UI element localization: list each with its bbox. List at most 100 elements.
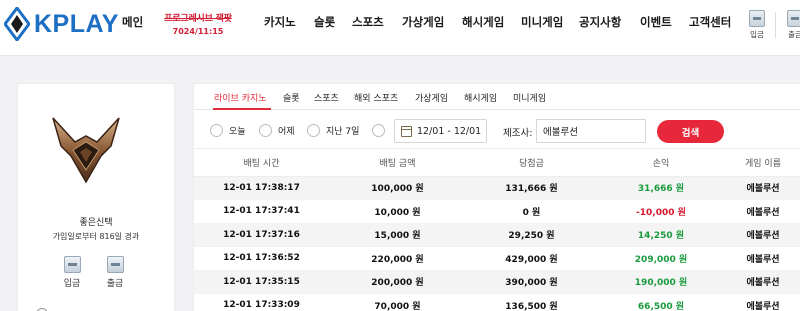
tab-live-casino[interactable]: 라이브 카지노: [214, 91, 267, 104]
table-header-row: 배팅 시간 배팅 금액 당첨금 손익 게임 이름: [194, 150, 800, 177]
logo-diamond-icon: [4, 7, 30, 41]
cell-game-name: 에볼루션: [725, 199, 800, 224]
cell-bet-amount: 15,000 원: [329, 223, 466, 247]
period-7days-radio[interactable]: 지난 7일: [307, 124, 359, 137]
cell-bet-amount: 70,000 원: [329, 293, 466, 311]
header-deposit-label: 입금: [750, 30, 764, 39]
nav-item-mini[interactable]: 미니게임: [521, 14, 563, 30]
cell-profit-loss: 66,500 원: [597, 293, 725, 311]
header-deposit-button[interactable]: 입금: [743, 10, 771, 40]
cell-bet-time: 12-01 17:37:16: [194, 223, 329, 247]
cell-bet-amount: 220,000 원: [329, 246, 466, 271]
cell-bet-time: 12-01 17:33:09: [194, 293, 329, 311]
betting-history-panel: 라이브 카지노 슬롯 스포츠 해외 스포츠 가상게임 해시게임 미니게임 오늘 …: [193, 83, 800, 311]
column-header-game-name: 게임 이름: [725, 150, 800, 177]
date-range-picker[interactable]: 12/01 - 12/01: [394, 119, 487, 143]
calendar-icon: [401, 125, 412, 137]
cell-bet-amount: 200,000 원: [329, 270, 466, 294]
column-header-profit-loss: 손익: [597, 150, 725, 177]
table-row: 12-01 17:36:52 220,000 원 429,000 원 209,000 …: [194, 246, 800, 271]
nav-item-notice[interactable]: 공지사항: [579, 14, 621, 30]
cell-winnings: 29,250 원: [466, 223, 597, 247]
cell-profit-loss: 31,666 원: [597, 176, 725, 200]
profile-deposit-label: 입금: [63, 279, 81, 289]
active-tab-indicator: [213, 108, 271, 110]
filter-bar: 오늘 어제 지난 7일 12/01 - 12/01 제조사: 검색: [194, 111, 800, 149]
tab-virtual[interactable]: 가상게임: [415, 91, 448, 104]
cell-winnings: 131,666 원: [466, 176, 597, 200]
search-button[interactable]: 검색: [657, 120, 724, 143]
provider-label: 제조사:: [503, 128, 533, 139]
nav-item-slot[interactable]: 슬롯: [314, 14, 335, 30]
date-range-value: 12/01 - 12/01: [417, 125, 482, 137]
table-row: 12-01 17:37:16 15,000 원 29,250 원 14,250 원 에볼…: [194, 223, 800, 247]
table-row: 12-01 17:35:15 200,000 원 390,000 원 190,000 …: [194, 270, 800, 294]
cell-winnings: 390,000 원: [466, 270, 597, 294]
cell-bet-time: 12-01 17:35:15: [194, 270, 329, 294]
period-yesterday-radio[interactable]: 어제: [259, 124, 295, 137]
profile-withdraw-label: 출금: [106, 279, 124, 289]
period-yesterday-label: 어제: [278, 127, 295, 137]
cell-game-name: 에볼루션: [725, 293, 800, 311]
profile-deposit-button[interactable]: 입금: [57, 256, 87, 289]
nav-item-sports[interactable]: 스포츠: [352, 14, 384, 30]
cell-bet-time: 12-01 17:37:41: [194, 199, 329, 224]
promo-title: 프로그레시브 잭팟: [164, 14, 232, 24]
cell-bet-amount: 10,000 원: [329, 199, 466, 224]
column-header-bet-time: 배팅 시간: [194, 150, 329, 177]
game-tabs: 라이브 카지노 슬롯 스포츠 해외 스포츠 가상게임 해시게임 미니게임: [194, 84, 800, 110]
tab-sports[interactable]: 스포츠: [314, 91, 339, 104]
rank-emblem-icon: [52, 117, 120, 184]
header-withdraw-button[interactable]: 출금: [781, 10, 800, 40]
profile-join-info: 가입일로부터 816일 경과: [52, 232, 140, 241]
cell-bet-time: 12-01 17:36:52: [194, 246, 329, 271]
header-divider: [775, 12, 776, 38]
wallet-icon: [787, 10, 800, 27]
radio-circle: [307, 124, 320, 137]
cell-game-name: 에볼루션: [725, 223, 800, 247]
tab-slot[interactable]: 슬롯: [283, 91, 300, 104]
cell-winnings: 0 원: [466, 199, 597, 224]
wallet-icon: [106, 256, 124, 273]
cell-profit-loss: 190,000 원: [597, 270, 725, 294]
cell-bet-amount: 100,000 원: [329, 176, 466, 200]
tab-mini[interactable]: 미니게임: [513, 91, 546, 104]
wallet-icon: [63, 256, 81, 273]
promo-subtitle: 7024/11:15: [172, 27, 224, 36]
period-custom-radio[interactable]: [372, 124, 391, 137]
tab-overseas-sports[interactable]: 해외 스포츠: [354, 91, 398, 104]
header-withdraw-label: 출금: [788, 30, 800, 39]
profile-withdraw-button[interactable]: 출금: [100, 256, 130, 289]
table-row: 12-01 17:33:09 70,000 원 136,500 원 66,500 원에…: [194, 293, 800, 311]
radio-circle: [210, 124, 223, 137]
nav-item-jackpot-promo[interactable]: 프로그레시브 잭팟 7024/11:15: [162, 11, 234, 36]
profile-card: 좋은신택 가입일로부터 816일 경과 입금 출금: [17, 83, 175, 311]
cell-profit-loss: 209,000 원: [597, 246, 725, 271]
betting-history-table: 배팅 시간 배팅 금액 당첨금 손익 게임 이름 12-01 17:38:17 1…: [194, 150, 800, 311]
cell-game-name: 에볼루션: [725, 270, 800, 294]
nav-item-event[interactable]: 이벤트: [640, 14, 672, 30]
cell-profit-loss: 14,250 원: [597, 223, 725, 247]
cell-winnings: 136,500 원: [466, 293, 597, 311]
period-today-radio[interactable]: 오늘: [210, 124, 246, 137]
nav-item-virtual[interactable]: 가상게임: [402, 14, 444, 30]
cell-profit-loss: -10,000 원: [597, 199, 725, 224]
nav-item-hash[interactable]: 해시게임: [462, 14, 504, 30]
provider-input[interactable]: [536, 119, 646, 143]
top-header: KPLAY 메인 프로그레시브 잭팟 7024/11:15 카지노 슬롯 스포츠…: [0, 0, 800, 56]
logo-text: KPLAY: [34, 9, 119, 38]
cell-game-name: 에볼루션: [725, 246, 800, 271]
tab-hash[interactable]: 해시게임: [464, 91, 497, 104]
period-today-label: 오늘: [229, 127, 246, 137]
nav-item-casino[interactable]: 카지노: [264, 14, 296, 30]
column-header-winnings: 당첨금: [466, 150, 597, 177]
column-header-bet-amount: 배팅 금액: [329, 150, 466, 177]
table-row: 12-01 17:37:41 10,000 원0 원 -10,000 원 에볼루션: [194, 199, 800, 224]
profile-nickname: 좋은신택: [79, 218, 113, 228]
radio-circle: [372, 124, 385, 137]
nav-item-main[interactable]: 메인: [122, 14, 143, 30]
cell-bet-time: 12-01 17:38:17: [194, 176, 329, 200]
radio-circle: [259, 124, 272, 137]
nav-item-support[interactable]: 고객센터: [689, 14, 731, 30]
kplay-logo[interactable]: KPLAY: [4, 6, 119, 42]
